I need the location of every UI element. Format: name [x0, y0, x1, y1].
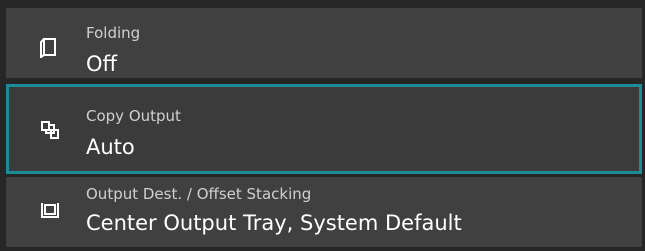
folding-icon — [39, 36, 61, 59]
setting-row-copy-output[interactable]: Copy Output Auto — [6, 84, 642, 174]
setting-label: Copy Output — [86, 107, 181, 125]
setting-value: Auto — [86, 135, 135, 159]
settings-panel: Folding Off Copy Output Auto Output Dest… — [0, 0, 645, 251]
output-tray-icon — [39, 199, 61, 221]
setting-label: Output Dest. / Offset Stacking — [86, 185, 312, 203]
setting-value: Off — [86, 52, 117, 76]
setting-label: Folding — [86, 24, 141, 42]
setting-row-output-destination[interactable]: Output Dest. / Offset Stacking Center Ou… — [6, 177, 642, 247]
setting-value: Center Output Tray, System Default — [86, 211, 462, 235]
setting-row-folding[interactable]: Folding Off — [6, 8, 642, 78]
copy-output-icon — [39, 119, 61, 141]
